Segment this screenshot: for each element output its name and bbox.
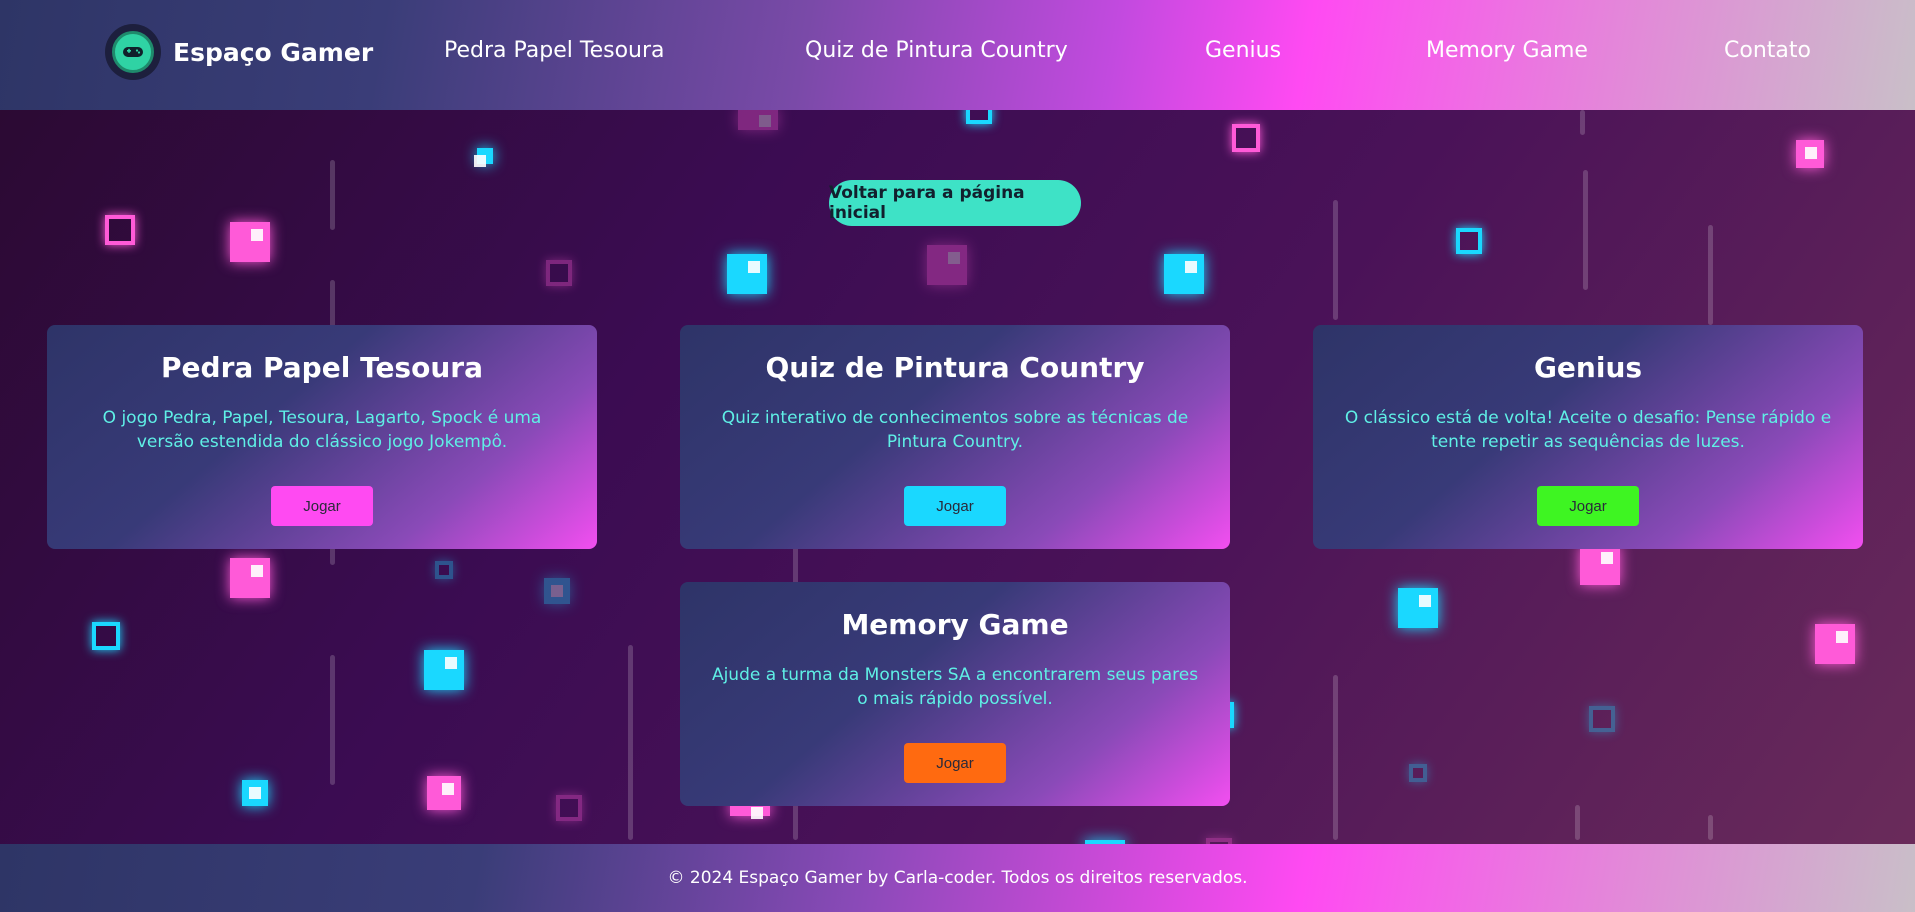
card-title: Memory Game [841,608,1069,641]
game-card-quiz-pintura-country: Quiz de Pintura Country Quiz interativo … [680,325,1230,549]
brand-name: Espaço Gamer [173,37,374,67]
bg-square [92,622,120,650]
bg-square [1232,124,1260,152]
bg-line [1575,805,1580,840]
bg-square [1398,588,1438,628]
gamepad-icon [112,31,154,73]
bg-square [230,558,270,598]
card-title: Quiz de Pintura Country [765,351,1145,384]
bg-square [1164,254,1204,294]
nav-pedra-papel-tesoura[interactable]: Pedra Papel Tesoura [444,38,665,63]
nav-quiz-pintura-country[interactable]: Quiz de Pintura Country [805,38,1068,63]
card-description: Quiz interativo de conhecimentos sobre a… [721,408,1189,452]
bg-square [105,215,135,245]
bg-square [427,776,461,810]
bg-line [1333,675,1338,840]
play-button[interactable]: Jogar [1537,486,1639,526]
bg-line [1708,225,1713,325]
bg-square [242,780,268,806]
site-header: Espaço Gamer Pedra Papel Tesoura Quiz de… [0,0,1915,110]
bg-square [727,254,767,294]
bg-square [1796,140,1824,168]
bg-square [435,561,453,579]
bg-line [1583,170,1588,290]
card-description: O jogo Pedra, Papel, Tesoura, Lagarto, S… [102,408,542,452]
bg-square [1815,624,1855,664]
bg-square [1589,706,1615,732]
bg-square [738,108,778,130]
bg-line [330,655,335,785]
bg-square [474,148,493,167]
bg-line [1708,815,1713,840]
bg-square [1456,228,1482,254]
card-title: Pedra Papel Tesoura [161,351,483,384]
nav-contato[interactable]: Contato [1724,38,1811,63]
bg-square [1409,764,1427,782]
bg-square [1580,545,1620,585]
play-button[interactable]: Jogar [271,486,373,526]
footer-copyright: © 2024 Espaço Gamer by Carla-coder. Todo… [667,868,1248,888]
bg-square [546,260,572,286]
card-title: Genius [1533,351,1643,384]
bg-line [330,160,335,230]
card-description: Ajude a turma da Monsters SA a encontrar… [711,665,1199,709]
card-description: O clássico está de volta! Aceite o desaf… [1344,408,1832,452]
logo-badge [105,24,161,80]
bg-square [556,795,582,821]
logo-link[interactable]: Espaço Gamer [105,24,373,80]
back-to-home-button[interactable]: Voltar para a página inicial [829,180,1081,226]
bg-square [927,245,967,285]
bg-square [544,578,570,604]
bg-square [424,650,464,690]
site-footer: © 2024 Espaço Gamer by Carla-coder. Todo… [0,844,1915,912]
nav-memory-game[interactable]: Memory Game [1426,38,1588,63]
bg-square [230,222,270,262]
bg-line [628,645,633,840]
bg-line [1333,200,1338,320]
game-card-pedra-papel-tesoura: Pedra Papel Tesoura O jogo Pedra, Papel,… [47,325,597,549]
play-button[interactable]: Jogar [904,486,1006,526]
play-button[interactable]: Jogar [904,743,1006,783]
bg-line [1580,110,1585,135]
nav-genius[interactable]: Genius [1205,38,1281,63]
game-card-memory-game: Memory Game Ajude a turma da Monsters SA… [680,582,1230,806]
game-card-genius: Genius O clássico está de volta! Aceite … [1313,325,1863,549]
